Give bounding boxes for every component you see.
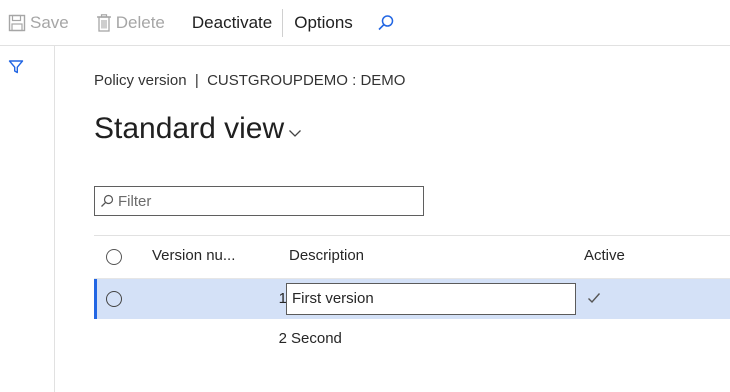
action-pane: Save Delete Deactivate Options [0, 0, 730, 46]
row-selection-indicator [94, 279, 97, 319]
save-button[interactable]: Save [8, 0, 69, 45]
toolbar-search-button[interactable] [377, 0, 395, 45]
delete-label: Delete [115, 12, 165, 32]
save-label: Save [30, 12, 69, 32]
deactivate-label: Deactivate [191, 12, 273, 32]
grid-header-row: Version nu... Description Active [94, 235, 730, 279]
page-title: Standard view [94, 112, 285, 145]
view-selector[interactable]: Standard view [94, 112, 302, 146]
search-icon [101, 194, 114, 207]
filter-icon[interactable] [8, 59, 24, 75]
deactivate-button[interactable]: Deactivate [192, 0, 272, 45]
delete-icon [96, 13, 111, 32]
search-icon [378, 14, 394, 30]
checkmark-icon[interactable] [587, 292, 601, 304]
options-label: Options [294, 12, 353, 32]
policy-version-grid: Version nu... Description Active 1 First… [94, 235, 730, 359]
row-select-radio[interactable] [106, 291, 122, 307]
save-icon [8, 14, 26, 31]
version-number-cell[interactable]: 2 [279, 330, 287, 347]
description-edit-field[interactable]: First version [286, 283, 576, 315]
chevron-down-icon [289, 130, 302, 137]
filter-input[interactable] [114, 192, 418, 210]
column-header-description[interactable]: Description [289, 247, 364, 264]
delete-button[interactable]: Delete [96, 0, 165, 45]
toolbar-divider [282, 8, 284, 37]
options-button[interactable]: Options [294, 0, 353, 45]
breadcrumb: Policy version | CUSTGROUPDEMO : DEMO [94, 72, 406, 89]
column-header-version-number[interactable]: Version nu... [152, 247, 235, 264]
left-filter-rail [0, 46, 55, 392]
filter-field[interactable] [94, 186, 424, 216]
description-cell[interactable]: Second [291, 330, 342, 347]
table-row[interactable]: 2 Second [94, 319, 730, 359]
column-header-active[interactable]: Active [584, 247, 625, 264]
table-row[interactable]: 1 First version [94, 279, 730, 319]
select-all-radio[interactable] [106, 249, 122, 265]
